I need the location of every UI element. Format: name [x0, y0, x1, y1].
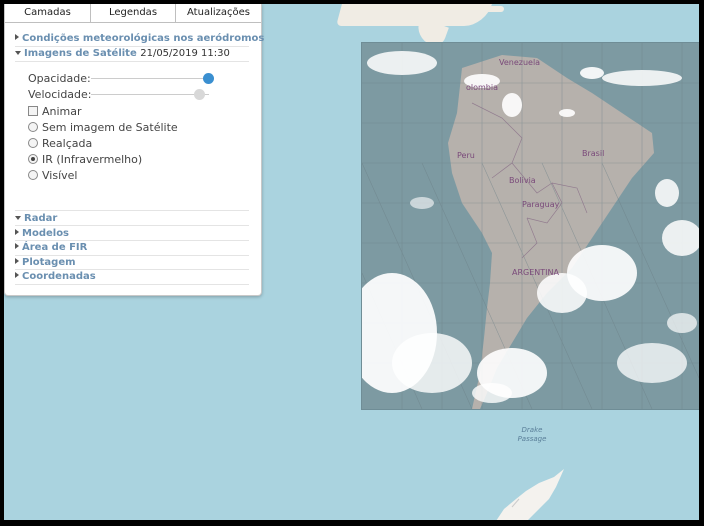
option-realcada[interactable]: Realçada — [28, 137, 92, 150]
label-peru: Peru — [457, 151, 475, 160]
label-paraguay: Paraguay — [522, 200, 560, 209]
option-ir[interactable]: IR (Infravermelho) — [28, 153, 142, 166]
speed-slider-handle[interactable] — [194, 89, 205, 100]
tab-legendas[interactable]: Legendas — [91, 4, 176, 22]
satellite-date: 21/05/2019 11:30 — [140, 48, 230, 59]
option-visivel[interactable]: Visível — [28, 169, 77, 182]
section-plotagem[interactable]: Plotagem — [15, 257, 76, 268]
section-modelos[interactable]: Modelos — [15, 228, 69, 239]
layers-panel: Camadas Legendas Atualizações Condições … — [4, 4, 264, 296]
label-venezuela: Venezuela — [499, 58, 541, 67]
caret-down-icon — [15, 216, 21, 220]
drake-passage-line2: Passage — [517, 435, 547, 443]
map-viewport[interactable]: Venezuela olombia Peru Brasil Bolivia Pa… — [4, 4, 699, 520]
animate-label: Animar — [42, 105, 82, 118]
radio-visivel[interactable] — [28, 170, 38, 180]
section-radar[interactable]: Radar — [15, 213, 57, 224]
caret-down-icon — [15, 51, 21, 55]
label-colombia: olombia — [466, 83, 499, 92]
antarctic-peninsula — [496, 469, 564, 520]
option-sem-imagem[interactable]: Sem imagem de Satélite — [28, 121, 178, 134]
separator — [15, 284, 249, 285]
section-coordenadas[interactable]: Coordenadas — [15, 271, 96, 282]
option-visivel-label: Visível — [42, 169, 78, 182]
satellite-overlay: Venezuela olombia Peru Brasil Bolivia Pa… — [361, 42, 699, 410]
caribbean-island — [474, 6, 504, 12]
caret-right-icon — [15, 258, 19, 264]
option-sem-imagem-label: Sem imagem de Satélite — [42, 121, 178, 134]
opacity-label: Opacidade: — [28, 72, 91, 85]
speed-label: Velocidade: — [28, 88, 92, 101]
central-america-land — [336, 4, 492, 26]
tab-camadas[interactable]: Camadas — [5, 4, 91, 22]
separator — [15, 225, 249, 226]
animate-option[interactable]: Animar — [28, 105, 82, 118]
separator — [15, 255, 249, 256]
section-modelos-label: Modelos — [22, 228, 70, 239]
label-bolivia: Bolivia — [509, 176, 536, 185]
separator — [15, 269, 249, 270]
caret-right-icon — [15, 272, 19, 278]
opacity-slider[interactable] — [91, 78, 209, 79]
option-ir-label: IR (Infravermelho) — [42, 153, 143, 166]
section-plotagem-label: Plotagem — [22, 257, 76, 268]
panel-tabs: Camadas Legendas Atualizações — [5, 4, 261, 23]
section-coordenadas-label: Coordenadas — [22, 271, 96, 282]
animate-checkbox[interactable] — [28, 106, 38, 116]
opacity-slider-handle[interactable] — [203, 73, 214, 84]
label-brasil: Brasil — [582, 149, 605, 158]
speed-slider[interactable] — [91, 94, 209, 95]
option-realcada-label: Realçada — [42, 137, 93, 150]
drake-passage-label: Drake Passage — [512, 426, 552, 444]
section-aerodromos[interactable]: Condições meteorológicas nos aeródromos — [15, 33, 264, 44]
separator — [15, 240, 249, 241]
radio-ir[interactable] — [28, 154, 38, 164]
section-satelite-label: Imagens de Satélite — [24, 48, 137, 59]
section-fir[interactable]: Área de FIR — [15, 242, 87, 253]
section-radar-label: Radar — [24, 213, 58, 224]
drake-passage-line1: Drake — [521, 426, 543, 434]
separator — [15, 61, 249, 62]
section-fir-label: Área de FIR — [22, 242, 88, 253]
label-argentina: ARGENTINA — [512, 268, 559, 277]
caret-right-icon — [15, 229, 19, 235]
section-aerodromos-label: Condições meteorológicas nos aeródromos — [22, 33, 265, 44]
caret-right-icon — [15, 34, 19, 40]
radio-realcada[interactable] — [28, 138, 38, 148]
radio-sem-imagem[interactable] — [28, 122, 38, 132]
tab-atualizacoes[interactable]: Atualizações — [176, 4, 261, 22]
separator — [15, 46, 249, 47]
section-satelite[interactable]: Imagens de Satélite 21/05/2019 11:30 — [15, 48, 230, 59]
caret-right-icon — [15, 243, 19, 249]
separator — [15, 210, 249, 211]
satellite-image — [362, 43, 699, 409]
